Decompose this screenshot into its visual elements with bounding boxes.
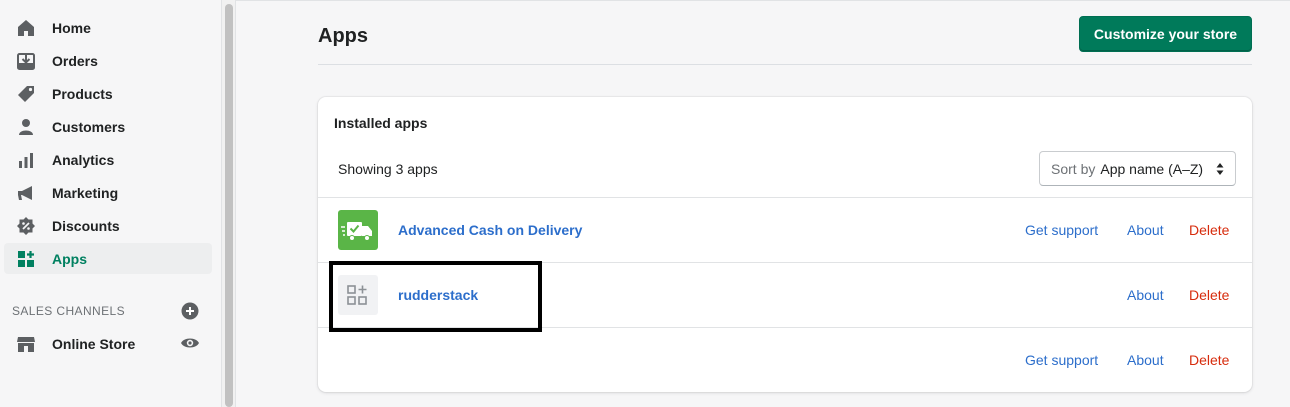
orders-icon (16, 51, 36, 71)
sidebar-item-label: Products (52, 85, 113, 102)
about-link[interactable]: About (1127, 222, 1164, 238)
get-support-link[interactable]: Get support (1025, 352, 1098, 368)
app-row: rudderstack About Delete (318, 262, 1252, 327)
bar-chart-icon (16, 150, 36, 170)
add-channel-icon[interactable] (181, 302, 199, 320)
top-border (236, 0, 1290, 1)
discount-icon (16, 216, 36, 236)
delete-link[interactable]: Delete (1189, 352, 1229, 368)
eye-icon[interactable] (180, 335, 200, 351)
select-caret-icon (1216, 162, 1224, 176)
sort-value: App name (A–Z) (1100, 160, 1204, 177)
home-icon (16, 18, 36, 38)
delivery-truck-icon (338, 210, 378, 250)
sales-channels-heading: SALES CHANNELS (12, 304, 125, 318)
store-icon (16, 334, 36, 354)
sidebar-scrollbar[interactable] (222, 0, 236, 407)
delete-link[interactable]: Delete (1189, 222, 1229, 238)
sidebar-item-marketing[interactable]: Marketing (4, 177, 212, 208)
app-name-link[interactable]: Advanced Cash on Delivery (398, 222, 582, 238)
sidebar-item-apps[interactable]: Apps (4, 243, 212, 274)
app-row: Get support About Delete (318, 327, 1252, 392)
sidebar-item-customers[interactable]: Customers (4, 111, 212, 142)
sidebar-item-products[interactable]: Products (4, 78, 212, 109)
scrollbar-thumb[interactable] (225, 4, 233, 407)
card-title: Installed apps (334, 115, 428, 131)
sidebar-item-label: Analytics (52, 151, 115, 168)
app-placeholder-icon (338, 275, 378, 315)
sort-prefix: Sort by (1051, 160, 1096, 177)
installed-apps-card: Installed apps Showing 3 apps Sort by Ap… (318, 97, 1252, 392)
tag-icon (16, 84, 36, 104)
sidebar-item-orders[interactable]: Orders (4, 45, 212, 76)
apps-count: Showing 3 apps (338, 161, 438, 177)
delete-link[interactable]: Delete (1189, 287, 1229, 303)
customize-store-button[interactable]: Customize your store (1079, 16, 1252, 52)
app-row: Advanced Cash on Delivery Get support Ab… (318, 197, 1252, 262)
megaphone-icon (16, 183, 36, 203)
about-link[interactable]: About (1127, 352, 1164, 368)
title-divider (318, 64, 1252, 65)
about-link[interactable]: About (1127, 287, 1164, 303)
sidebar-item-label: Marketing (52, 184, 119, 201)
sidebar-item-label: Home (52, 19, 91, 36)
get-support-link[interactable]: Get support (1025, 222, 1098, 238)
sidebar-item-label: Discounts (52, 217, 120, 234)
sidebar-item-label: Apps (52, 250, 87, 267)
app-name-link[interactable]: rudderstack (398, 287, 478, 303)
sidebar-item-label: Orders (52, 52, 98, 69)
person-icon (16, 117, 36, 137)
sidebar-item-home[interactable]: Home (4, 12, 212, 43)
sidebar: Home Orders Products Customers Analytics… (0, 0, 222, 407)
sidebar-item-discounts[interactable]: Discounts (4, 210, 212, 241)
apps-icon (16, 249, 36, 269)
sidebar-item-label: Online Store (52, 335, 136, 352)
sidebar-item-label: Customers (52, 118, 126, 135)
page-title: Apps (318, 25, 368, 47)
sort-select[interactable]: Sort by App name (A–Z) (1039, 151, 1236, 186)
sidebar-item-analytics[interactable]: Analytics (4, 144, 212, 175)
